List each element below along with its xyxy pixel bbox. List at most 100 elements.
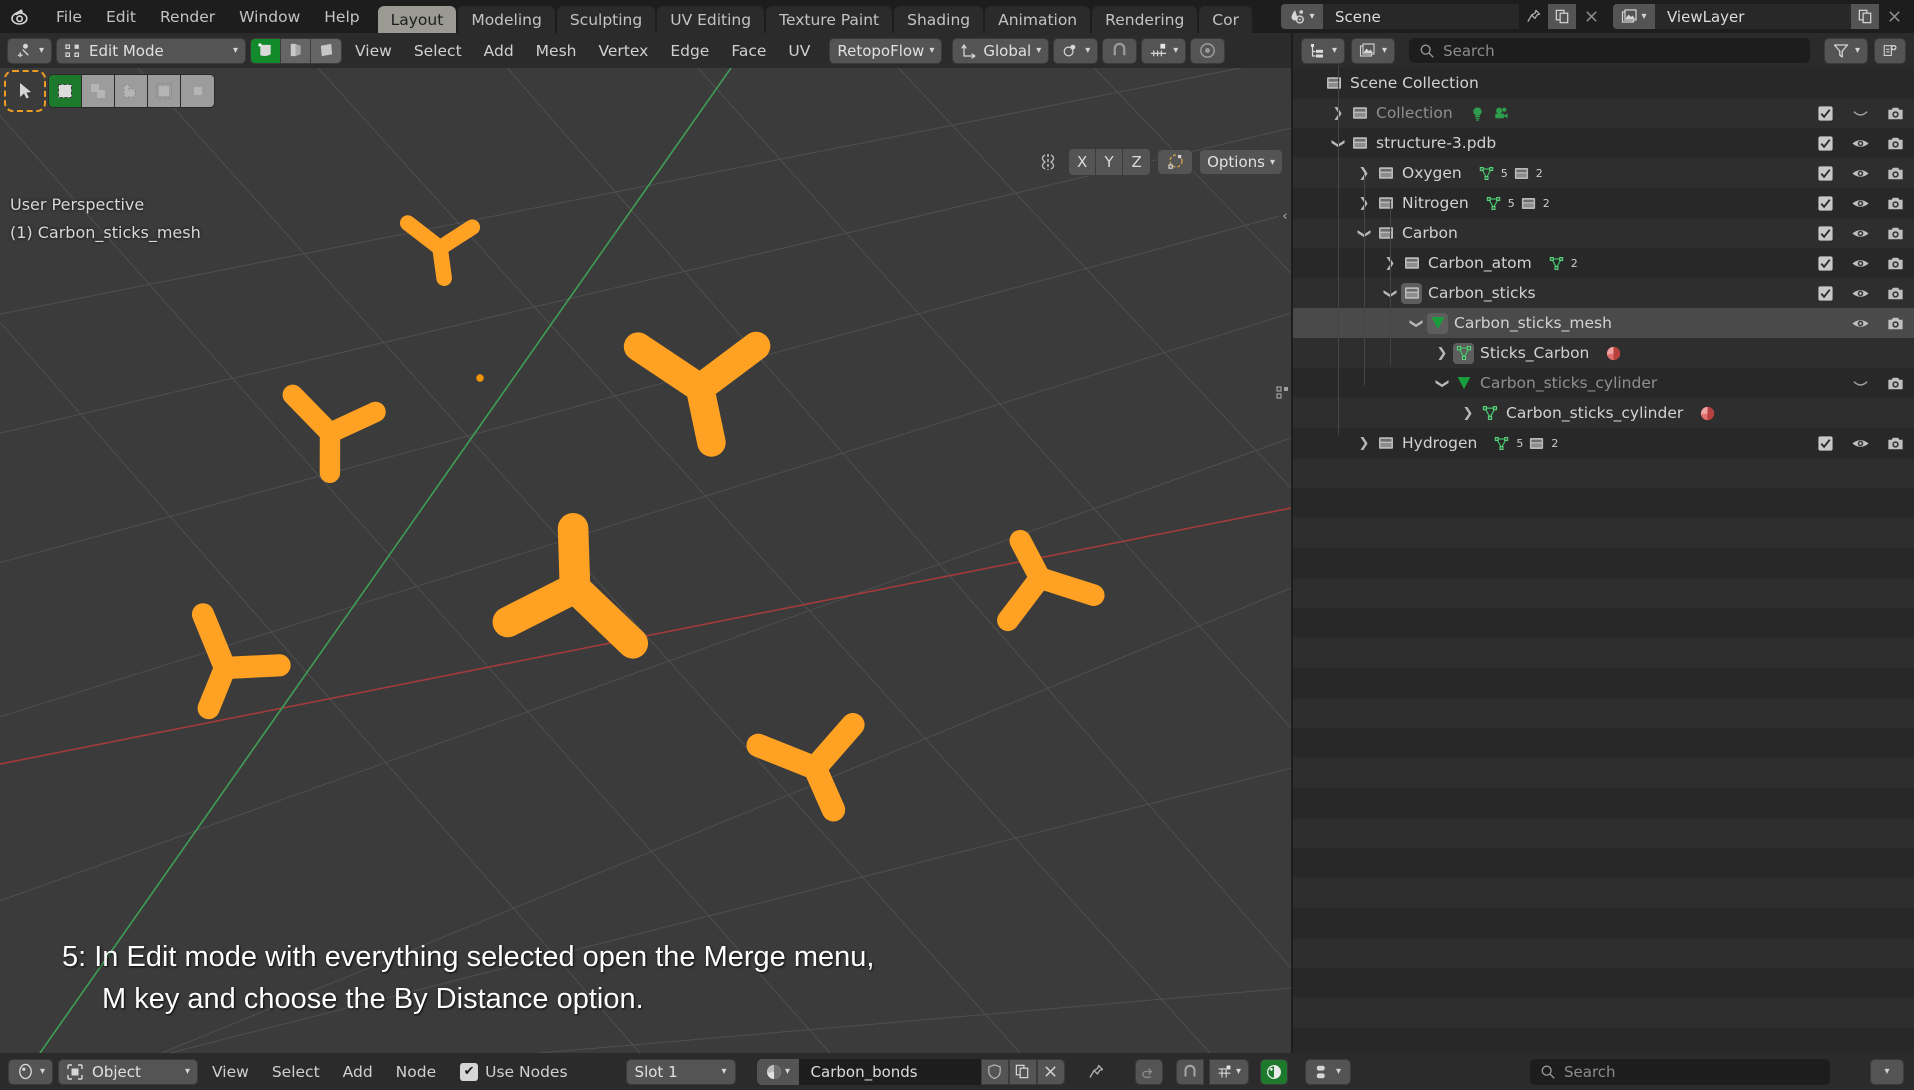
outliner-hide-eye-icon[interactable] (1850, 434, 1871, 453)
face-select-icon[interactable] (311, 38, 342, 63)
scene-selector[interactable]: ▾ Scene (1281, 4, 1605, 29)
chevron-down-icon[interactable]: ❮ (1435, 372, 1450, 394)
duplicate-icon[interactable] (1851, 4, 1879, 29)
snap-magnet-toggle[interactable] (1102, 37, 1138, 64)
outliner-row[interactable]: ❮ Carbon_sticks_mesh (1293, 308, 1914, 338)
vertex-select-icon[interactable] (251, 38, 282, 63)
tab-modeling[interactable]: Modeling (458, 6, 555, 33)
outliner-render-camera-icon[interactable] (1885, 374, 1906, 393)
menu-edit[interactable]: Edit (94, 0, 148, 33)
tab-texture-paint[interactable]: Texture Paint (766, 6, 893, 33)
select-extend-icon[interactable] (181, 75, 214, 107)
retopoflow-menu[interactable]: RetopoFlow ▾ (829, 37, 943, 64)
chevron-right-icon[interactable]: ❯ (1353, 436, 1375, 451)
vp-menu-view[interactable]: View (346, 38, 401, 64)
outliner-row[interactable]: ❮structure-3.pdb (1293, 128, 1914, 158)
outliner-checkbox[interactable] (1815, 195, 1836, 212)
bottom-search-input[interactable]: Search (1530, 1058, 1830, 1085)
node-menu-select[interactable]: Select (263, 1059, 329, 1085)
mirror-axis-y[interactable]: Y (1096, 149, 1124, 175)
use-nodes-toggle[interactable]: ✔ Use Nodes (460, 1062, 568, 1081)
new-collection-icon[interactable] (1874, 37, 1906, 64)
snap-icon[interactable] (1175, 1058, 1204, 1085)
outliner-render-camera-icon[interactable] (1885, 254, 1906, 273)
outliner-checkbox[interactable] (1815, 285, 1836, 302)
viewlayer-selector[interactable]: ▾ ViewLayer (1613, 4, 1908, 29)
node-menu-add[interactable]: Add (334, 1059, 382, 1085)
outliner-display-mode-icon[interactable]: ▾ (1301, 37, 1346, 64)
outliner-search-input[interactable]: Search (1409, 38, 1810, 63)
x-icon[interactable] (1577, 4, 1605, 29)
outliner-checkbox[interactable] (1815, 225, 1836, 242)
outliner-row[interactable]: ❯ Carbon_sticks_cylinder (1293, 398, 1914, 428)
node-overlay-icon[interactable] (1259, 1058, 1288, 1085)
vp-menu-select[interactable]: Select (405, 38, 471, 64)
blender-logo-icon[interactable] (8, 4, 34, 30)
outliner-render-camera-icon[interactable] (1885, 314, 1906, 333)
vp-menu-vertex[interactable]: Vertex (589, 38, 657, 64)
view-layer-icon[interactable]: ▾ (1613, 4, 1655, 29)
outliner-hide-eye-icon[interactable] (1850, 284, 1871, 303)
filter-id-type-icon[interactable]: ▾ (1351, 37, 1396, 64)
pin-icon[interactable] (1519, 4, 1547, 29)
fake-user-icon[interactable] (980, 1058, 1009, 1085)
outliner-render-camera-icon[interactable] (1885, 434, 1906, 453)
outliner-hide-eye-icon[interactable] (1850, 164, 1871, 183)
x-icon[interactable] (1036, 1058, 1065, 1085)
select-box-icon[interactable] (49, 75, 82, 107)
funnel-icon[interactable]: ▾ (1823, 37, 1868, 64)
tab-shading[interactable]: Shading (894, 6, 984, 33)
menu-render[interactable]: Render (148, 0, 227, 33)
bottom-dropdown-button[interactable]: ▾ (1870, 1058, 1904, 1085)
outliner-checkbox[interactable] (1815, 105, 1836, 122)
node-menu-node[interactable]: Node (387, 1059, 445, 1085)
node-menu-view[interactable]: View (203, 1059, 258, 1085)
chevron-down-icon[interactable]: ❮ (1409, 312, 1424, 334)
outliner-hide-eye-icon[interactable] (1850, 224, 1871, 243)
outliner-hide-eye-icon[interactable] (1850, 254, 1871, 273)
viewlayer-name[interactable]: ViewLayer (1655, 4, 1851, 29)
outliner-render-camera-icon[interactable] (1885, 194, 1906, 213)
outliner-row[interactable]: Scene Collection (1293, 68, 1914, 98)
tab-uv-editing[interactable]: UV Editing (657, 6, 765, 33)
editor-type-3dview-icon[interactable]: ▾ (7, 37, 53, 64)
outliner-editor[interactable]: ▾ ▾ Search ▾ Scene Collection❯Collection… (1293, 33, 1914, 1088)
edge-select-icon[interactable] (281, 38, 312, 63)
menu-file[interactable]: File (44, 0, 94, 33)
menu-help[interactable]: Help (312, 0, 371, 33)
mirror-axis-z[interactable]: Z (1123, 149, 1151, 175)
outliner-render-camera-icon[interactable] (1885, 104, 1906, 123)
material-name[interactable]: Carbon_bonds (798, 1058, 981, 1085)
proportional-falloff-icon[interactable] (1157, 149, 1194, 175)
outliner-checkbox[interactable] (1815, 165, 1836, 182)
outliner-render-camera-icon[interactable] (1885, 164, 1906, 183)
duplicate-icon[interactable] (1008, 1058, 1037, 1085)
shader-type-dropdown[interactable]: Object ▾ (58, 1058, 199, 1085)
outliner-render-camera-icon[interactable] (1885, 284, 1906, 303)
outliner-hide-eye-icon[interactable] (1850, 374, 1871, 393)
outliner-hide-eye-icon[interactable] (1850, 194, 1871, 213)
mode-selector[interactable]: Edit Mode ▾ (56, 37, 247, 64)
tweak-tool-icon[interactable] (4, 70, 46, 112)
select-tweak-icon[interactable] (82, 75, 115, 107)
outliner-render-camera-icon[interactable] (1885, 224, 1906, 243)
outliner-row[interactable]: ❯ Sticks_Carbon (1293, 338, 1914, 368)
use-nodes-checkbox[interactable]: ✔ (460, 1062, 479, 1081)
vp-menu-mesh[interactable]: Mesh (527, 38, 586, 64)
outliner-row[interactable]: ❯ Oxygen 5 2 (1293, 158, 1914, 188)
tab-compositing[interactable]: Cor (1199, 6, 1252, 33)
scene-icon[interactable]: ▾ (1281, 4, 1323, 29)
vp-menu-add[interactable]: Add (475, 38, 523, 64)
mirror-axis-x[interactable]: X (1069, 149, 1097, 175)
tab-rendering[interactable]: Rendering (1092, 6, 1198, 33)
outliner-row[interactable]: ❯Nitrogen52 (1293, 188, 1914, 218)
outliner-checkbox[interactable] (1815, 135, 1836, 152)
menu-window[interactable]: Window (227, 0, 312, 33)
snap-settings-dropdown[interactable]: ▾ (1141, 37, 1187, 64)
editor-type-shader-icon[interactable]: ▾ (8, 1058, 54, 1085)
outliner-row[interactable]: ❮ Carbon_sticks_cylinder (1293, 368, 1914, 398)
material-icon[interactable]: ▾ (756, 1058, 799, 1085)
material-selector[interactable]: ▾ Carbon_bonds (756, 1058, 1065, 1085)
outliner-row[interactable]: ❮Carbon_sticks (1293, 278, 1914, 308)
select-circle-icon[interactable] (148, 75, 181, 107)
